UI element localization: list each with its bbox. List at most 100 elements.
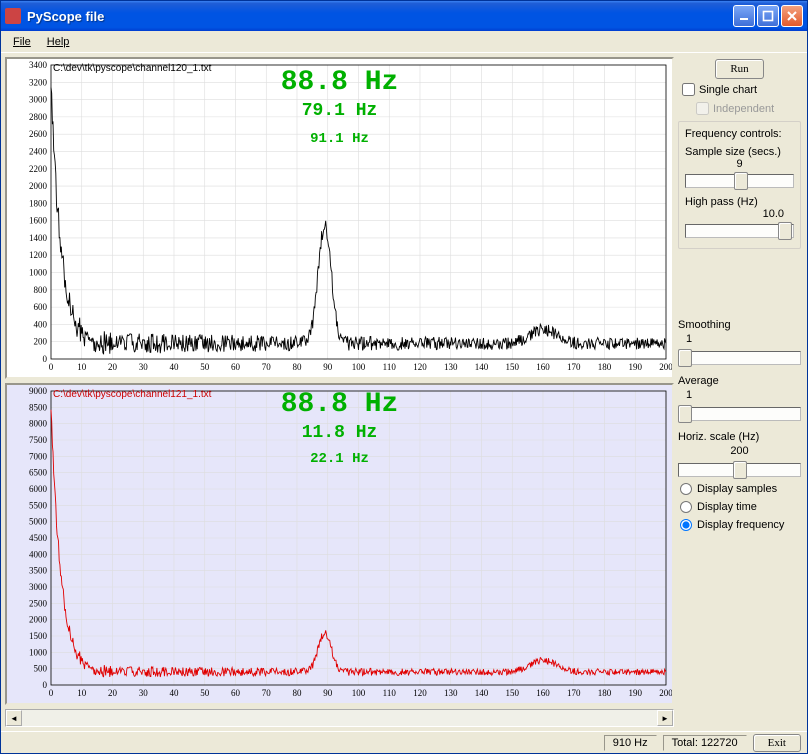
svg-text:150: 150: [506, 362, 520, 372]
svg-text:170: 170: [567, 688, 581, 698]
high-pass-slider[interactable]: [685, 220, 794, 240]
content: 0200400600800100012001400160018002000220…: [1, 53, 807, 731]
chart-bottom-file: C:\dev\tk\pyscope\channel121_1.txt: [53, 389, 211, 400]
svg-text:2500: 2500: [29, 598, 48, 608]
independent-input: [696, 102, 709, 115]
single-chart-input[interactable]: [682, 83, 695, 96]
horizontal-scrollbar[interactable]: ◄ ►: [5, 709, 674, 727]
svg-text:0: 0: [43, 354, 48, 364]
display-frequency-input[interactable]: [680, 519, 692, 531]
svg-text:4500: 4500: [29, 533, 48, 543]
status-hz: 910 Hz: [604, 735, 657, 751]
app-window: PyScope file File Help 02004006008001000…: [0, 0, 808, 754]
chart-bottom-freq-secondary: 11.8 Hz: [302, 423, 378, 443]
svg-text:1000: 1000: [29, 268, 48, 278]
average-label: Average: [678, 375, 801, 387]
svg-text:140: 140: [475, 688, 489, 698]
svg-text:5000: 5000: [29, 517, 48, 527]
svg-text:3200: 3200: [29, 77, 48, 87]
svg-text:70: 70: [262, 362, 272, 372]
svg-text:1600: 1600: [29, 216, 48, 226]
svg-text:20: 20: [108, 362, 118, 372]
svg-text:3500: 3500: [29, 566, 48, 576]
svg-text:190: 190: [629, 688, 643, 698]
svg-text:1000: 1000: [29, 647, 48, 657]
scroll-track[interactable]: [22, 710, 657, 726]
svg-text:90: 90: [323, 362, 333, 372]
hscale-label: Horiz. scale (Hz): [678, 431, 801, 443]
svg-text:7500: 7500: [29, 435, 48, 445]
display-samples-input[interactable]: [680, 483, 692, 495]
single-chart-checkbox[interactable]: Single chart: [678, 81, 801, 98]
chart-top[interactable]: 0200400600800100012001400160018002000220…: [5, 57, 674, 379]
smoothing-value: 1: [678, 333, 801, 345]
svg-text:3000: 3000: [29, 582, 48, 592]
svg-text:110: 110: [383, 362, 397, 372]
svg-text:10: 10: [77, 362, 87, 372]
average-slider[interactable]: [678, 403, 801, 423]
menu-file[interactable]: File: [5, 34, 39, 50]
chart-bottom-freq-primary: 88.8 Hz: [281, 389, 399, 420]
frequency-controls-label: Frequency controls:: [685, 128, 794, 140]
svg-text:600: 600: [34, 302, 48, 312]
svg-text:150: 150: [506, 688, 520, 698]
svg-text:100: 100: [352, 688, 366, 698]
svg-text:80: 80: [293, 362, 303, 372]
svg-text:3000: 3000: [29, 95, 48, 105]
run-button[interactable]: Run: [715, 59, 763, 79]
svg-text:0: 0: [49, 362, 54, 372]
controls-panel: Run Single chart Independent Frequency c…: [678, 57, 803, 727]
scroll-left-button[interactable]: ◄: [6, 710, 22, 726]
svg-text:3400: 3400: [29, 60, 48, 70]
hscale-slider[interactable]: [678, 459, 801, 479]
svg-text:200: 200: [659, 362, 672, 372]
display-frequency-label: Display frequency: [697, 519, 784, 531]
svg-text:50: 50: [200, 362, 210, 372]
svg-text:90: 90: [323, 688, 333, 698]
smoothing-slider[interactable]: [678, 347, 801, 367]
app-icon: [5, 8, 21, 24]
svg-text:0: 0: [43, 680, 48, 690]
svg-text:20: 20: [108, 688, 118, 698]
menu-help[interactable]: Help: [39, 34, 78, 50]
display-frequency-radio[interactable]: Display frequency: [678, 517, 801, 533]
statusbar: 910 Hz Total: 122720 Exit: [1, 731, 807, 753]
svg-text:9000: 9000: [29, 386, 48, 396]
scroll-right-button[interactable]: ►: [657, 710, 673, 726]
display-samples-radio[interactable]: Display samples: [678, 481, 801, 497]
svg-text:60: 60: [231, 688, 241, 698]
svg-text:170: 170: [567, 362, 581, 372]
svg-text:6500: 6500: [29, 468, 48, 478]
svg-text:200: 200: [34, 337, 48, 347]
svg-text:40: 40: [170, 688, 180, 698]
svg-text:2000: 2000: [29, 615, 48, 625]
maximize-button[interactable]: [757, 5, 779, 27]
chart-top-freq-secondary: 79.1 Hz: [302, 101, 378, 121]
svg-text:100: 100: [352, 362, 366, 372]
independent-label: Independent: [713, 103, 774, 115]
charts-panel: 0200400600800100012001400160018002000220…: [5, 57, 674, 727]
svg-text:200: 200: [659, 688, 672, 698]
close-button[interactable]: [781, 5, 803, 27]
display-time-input[interactable]: [680, 501, 692, 513]
svg-text:8500: 8500: [29, 402, 48, 412]
display-samples-label: Display samples: [697, 483, 777, 495]
svg-text:130: 130: [444, 362, 458, 372]
svg-text:5500: 5500: [29, 500, 48, 510]
sample-size-slider[interactable]: [685, 170, 794, 190]
svg-text:80: 80: [293, 688, 303, 698]
svg-text:190: 190: [629, 362, 643, 372]
hscale-value: 200: [678, 445, 801, 457]
display-time-label: Display time: [697, 501, 757, 513]
minimize-button[interactable]: [733, 5, 755, 27]
svg-text:40: 40: [170, 362, 180, 372]
svg-text:1200: 1200: [29, 250, 48, 260]
chart-bottom[interactable]: 0500100015002000250030003500400045005000…: [5, 383, 674, 705]
svg-text:7000: 7000: [29, 451, 48, 461]
window-buttons: [733, 5, 803, 27]
display-time-radio[interactable]: Display time: [678, 499, 801, 515]
independent-checkbox: Independent: [678, 100, 801, 117]
exit-button[interactable]: Exit: [753, 734, 801, 752]
svg-text:50: 50: [200, 688, 210, 698]
svg-text:140: 140: [475, 362, 489, 372]
